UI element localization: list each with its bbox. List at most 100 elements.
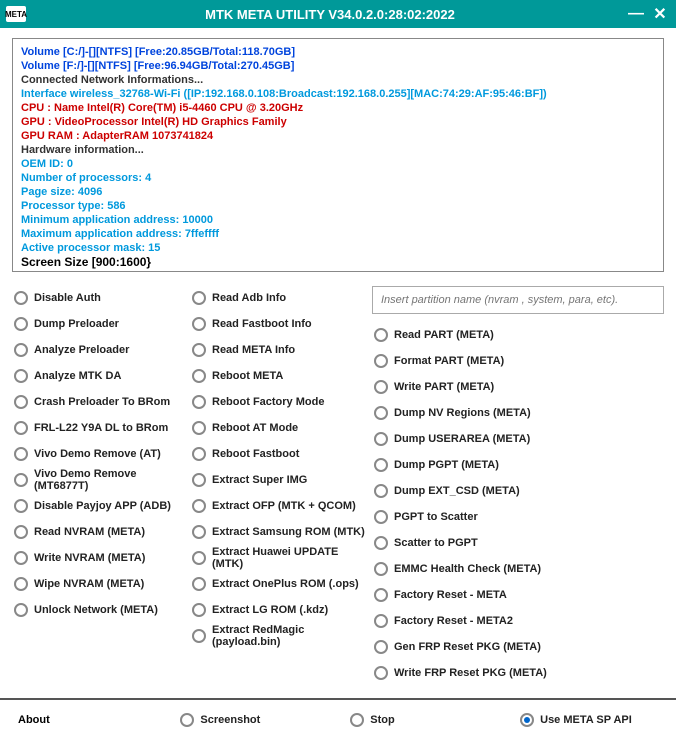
- col1-option-8[interactable]: Disable Payjoy APP (ADB): [12, 494, 186, 517]
- option-label: Read META Info: [212, 344, 295, 356]
- log-line: OEM ID: 0: [21, 157, 655, 171]
- col2-option-1[interactable]: Read Fastboot Info: [190, 312, 368, 335]
- option-label: Dump Preloader: [34, 318, 119, 330]
- col3-option-6[interactable]: Dump EXT_CSD (META): [372, 479, 664, 502]
- log-line: Active processor mask: 15: [21, 241, 655, 255]
- radio-icon: [374, 510, 388, 524]
- col1-option-1[interactable]: Dump Preloader: [12, 312, 186, 335]
- col1-option-3[interactable]: Analyze MTK DA: [12, 364, 186, 387]
- col1-option-10[interactable]: Write NVRAM (META): [12, 546, 186, 569]
- radio-icon: [374, 536, 388, 550]
- col1-option-5[interactable]: FRL-L22 Y9A DL to BRom: [12, 416, 186, 439]
- option-label: Extract OFP (MTK + QCOM): [212, 500, 356, 512]
- option-label: Disable Auth: [34, 292, 101, 304]
- radio-icon: [180, 713, 194, 727]
- log-line: Processor type: 586: [21, 199, 655, 213]
- radio-icon: [192, 421, 206, 435]
- option-label: Dump USERAREA (META): [394, 433, 530, 445]
- log-line: Connected Network Informations...: [21, 73, 655, 87]
- option-label: Vivo Demo Remove (MT6877T): [34, 468, 186, 492]
- partition-name-input[interactable]: [372, 286, 664, 314]
- col2-option-11[interactable]: Extract OnePlus ROM (.ops): [190, 572, 368, 595]
- minimize-button[interactable]: —: [626, 5, 646, 23]
- col3-option-9[interactable]: EMMC Health Check (META): [372, 557, 664, 580]
- radio-icon: [14, 343, 28, 357]
- col2-option-8[interactable]: Extract OFP (MTK + QCOM): [190, 494, 368, 517]
- radio-icon: [14, 447, 28, 461]
- col3-option-10[interactable]: Factory Reset - META: [372, 583, 664, 606]
- col2-option-4[interactable]: Reboot Factory Mode: [190, 390, 368, 413]
- col2-option-12[interactable]: Extract LG ROM (.kdz): [190, 598, 368, 621]
- close-button[interactable]: ✕: [650, 5, 670, 23]
- col1-option-4[interactable]: Crash Preloader To BRom: [12, 390, 186, 413]
- radio-icon: [14, 499, 28, 513]
- col3-option-0[interactable]: Read PART (META): [372, 323, 664, 346]
- option-label: Format PART (META): [394, 355, 504, 367]
- col2-option-13[interactable]: Extract RedMagic (payload.bin): [190, 624, 368, 647]
- log-panel[interactable]: Volume [C:/]-[][NTFS] [Free:20.85GB/Tota…: [12, 38, 664, 272]
- col3-option-7[interactable]: PGPT to Scatter: [372, 505, 664, 528]
- option-label: Dump NV Regions (META): [394, 407, 531, 419]
- col2-option-9[interactable]: Extract Samsung ROM (MTK): [190, 520, 368, 543]
- option-label: Extract LG ROM (.kdz): [212, 604, 328, 616]
- col3-option-12[interactable]: Gen FRP Reset PKG (META): [372, 635, 664, 658]
- col2-option-5[interactable]: Reboot AT Mode: [190, 416, 368, 439]
- col3-option-5[interactable]: Dump PGPT (META): [372, 453, 664, 476]
- col3-option-4[interactable]: Dump USERAREA (META): [372, 427, 664, 450]
- radio-icon: [14, 421, 28, 435]
- option-label: Read PART (META): [394, 329, 494, 341]
- col2-option-0[interactable]: Read Adb Info: [190, 286, 368, 309]
- col1-option-2[interactable]: Analyze Preloader: [12, 338, 186, 361]
- col1-option-7[interactable]: Vivo Demo Remove (MT6877T): [12, 468, 186, 491]
- radio-icon: [350, 713, 364, 727]
- col3-option-3[interactable]: Dump NV Regions (META): [372, 401, 664, 424]
- col3-option-1[interactable]: Format PART (META): [372, 349, 664, 372]
- use-meta-sp-api-option[interactable]: Use META SP API: [518, 709, 658, 732]
- radio-icon: [374, 562, 388, 576]
- radio-icon: [14, 525, 28, 539]
- radio-icon: [192, 499, 206, 513]
- options-column-2: Read Adb Info Read Fastboot Info Read META…: [190, 286, 368, 684]
- log-line: Hardware information...: [21, 143, 655, 157]
- use-meta-label: Use META SP API: [540, 714, 632, 726]
- screenshot-option[interactable]: Screenshot: [178, 709, 318, 732]
- option-label: Gen FRP Reset PKG (META): [394, 641, 541, 653]
- log-line: Maximum application address: 7ffeffff: [21, 227, 655, 241]
- radio-icon: [192, 629, 206, 643]
- radio-icon: [192, 447, 206, 461]
- col3-option-8[interactable]: Scatter to PGPT: [372, 531, 664, 554]
- radio-icon: [14, 291, 28, 305]
- col3-option-13[interactable]: Write FRP Reset PKG (META): [372, 661, 664, 684]
- col3-option-11[interactable]: Factory Reset - META2: [372, 609, 664, 632]
- radio-icon: [14, 577, 28, 591]
- log-line: Number of processors: 4: [21, 171, 655, 185]
- col1-option-12[interactable]: Unlock Network (META): [12, 598, 186, 621]
- col2-option-3[interactable]: Reboot META: [190, 364, 368, 387]
- option-label: FRL-L22 Y9A DL to BRom: [34, 422, 168, 434]
- radio-icon: [192, 603, 206, 617]
- col1-option-0[interactable]: Disable Auth: [12, 286, 186, 309]
- stop-option[interactable]: Stop: [348, 709, 488, 732]
- log-line: Interface wireless_32768-Wi-Fi ([IP:192.…: [21, 87, 655, 101]
- radio-icon: [374, 328, 388, 342]
- col2-option-6[interactable]: Reboot Fastboot: [190, 442, 368, 465]
- col2-option-7[interactable]: Extract Super IMG: [190, 468, 368, 491]
- radio-icon: [374, 406, 388, 420]
- about-link[interactable]: About: [18, 714, 148, 726]
- option-label: Analyze MTK DA: [34, 370, 121, 382]
- radio-icon: [192, 343, 206, 357]
- radio-icon: [374, 354, 388, 368]
- option-label: Write PART (META): [394, 381, 494, 393]
- radio-icon: [192, 577, 206, 591]
- col3-option-2[interactable]: Write PART (META): [372, 375, 664, 398]
- radio-icon: [374, 640, 388, 654]
- col1-option-9[interactable]: Read NVRAM (META): [12, 520, 186, 543]
- option-label: Analyze Preloader: [34, 344, 129, 356]
- col1-option-6[interactable]: Vivo Demo Remove (AT): [12, 442, 186, 465]
- col2-option-2[interactable]: Read META Info: [190, 338, 368, 361]
- log-line: CPU : Name Intel(R) Core(TM) i5-4460 CPU…: [21, 101, 655, 115]
- col2-option-10[interactable]: Extract Huawei UPDATE (MTK): [190, 546, 368, 569]
- col1-option-11[interactable]: Wipe NVRAM (META): [12, 572, 186, 595]
- option-label: Factory Reset - META2: [394, 615, 513, 627]
- log-line: Volume [F:/]-[][NTFS] [Free:96.94GB/Tota…: [21, 59, 655, 73]
